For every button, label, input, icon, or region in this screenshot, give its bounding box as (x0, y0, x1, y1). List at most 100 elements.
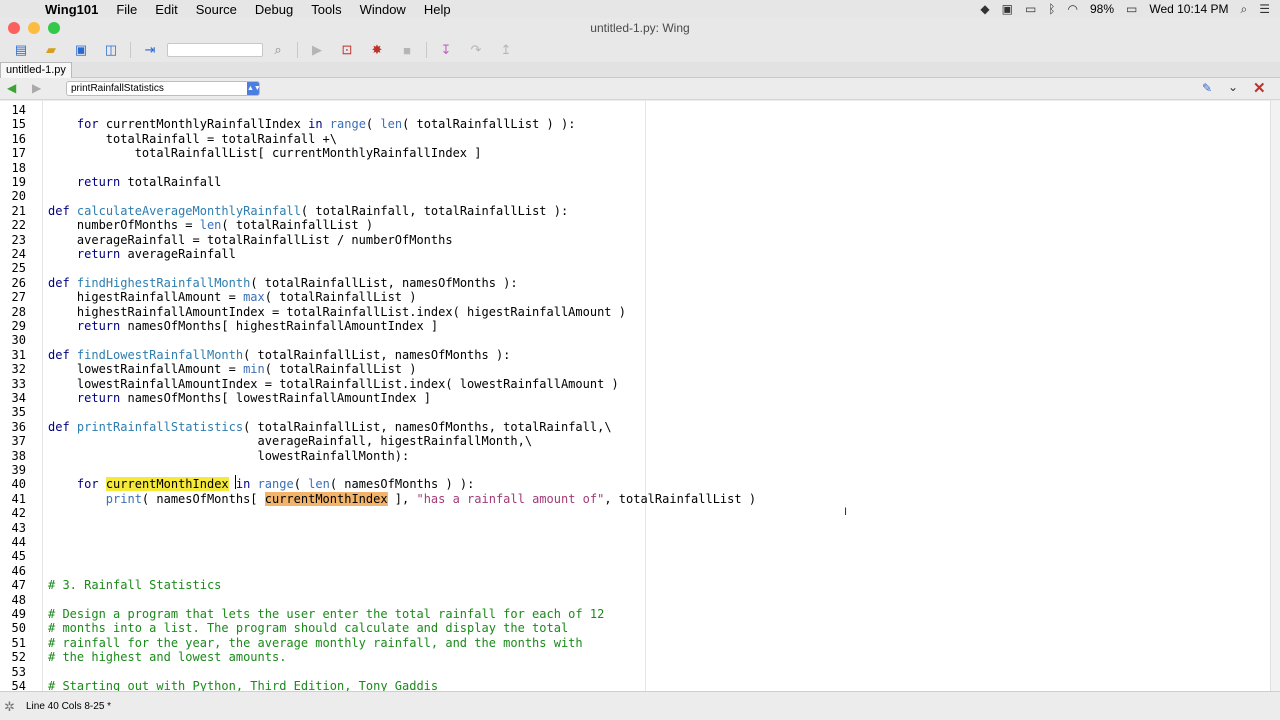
battery-icon[interactable]: ▭ (1126, 2, 1137, 16)
code-line[interactable]: 40 for currentMonthIndex in range( len( … (0, 477, 474, 492)
code-line[interactable]: 19 return totalRainfall (0, 175, 222, 189)
code-line[interactable]: 54 # Starting out with Python, Third Edit… (0, 679, 439, 691)
line-number: 42 (11, 506, 26, 521)
open-folder-icon[interactable]: ▰ (36, 39, 66, 61)
menu-source[interactable]: Source (187, 2, 246, 17)
toolbar-search-input[interactable] (167, 43, 263, 57)
menu-edit[interactable]: Edit (146, 2, 186, 17)
toolbar-divider (426, 42, 427, 58)
wifi-icon[interactable]: ◠ (1067, 2, 1077, 16)
editor-scrollbar[interactable] (1270, 101, 1280, 691)
indent-icon[interactable]: ⇥ (135, 39, 165, 61)
menu-debug[interactable]: Debug (246, 2, 302, 17)
code-line[interactable]: 35 (0, 405, 26, 419)
battery-percent[interactable]: 98% (1090, 2, 1114, 16)
scope-dropdown[interactable]: printRainfallStatistics ▲▼ (66, 81, 261, 96)
line-number: 29 (11, 319, 26, 333)
menu-app-name[interactable]: Wing101 (36, 2, 107, 17)
gear-icon[interactable]: ✲ (4, 699, 15, 715)
save-icon[interactable]: ▣ (66, 39, 96, 61)
step-over-icon[interactable]: ↷ (461, 39, 491, 61)
stop-icon[interactable]: ■ (392, 39, 422, 61)
code-token-bi: len (380, 117, 403, 132)
code-line[interactable]: 30 (0, 333, 26, 347)
code-line[interactable]: 20 (0, 189, 26, 203)
code-line[interactable]: 29 return namesOfMonths[ highestRainfall… (0, 319, 439, 333)
chevron-down-icon[interactable]: ⌄ (1228, 80, 1238, 94)
code-text: numberOfMonths = len( totalRainfallList … (48, 218, 373, 232)
code-line[interactable]: 24 return averageRainfall (0, 247, 236, 261)
code-line[interactable]: 23 averageRainfall = totalRainfallList /… (0, 233, 453, 247)
code-line[interactable]: 41 print( namesOfMonths[ currentMonthInd… (0, 491, 756, 506)
code-line[interactable]: 42 (0, 506, 26, 520)
forward-arrow-icon[interactable]: ▶ (32, 81, 41, 95)
line-number: 34 (11, 391, 26, 405)
dropbox-icon[interactable]: ◆ (980, 2, 989, 16)
step-into-icon[interactable]: ↧ (431, 39, 461, 61)
code-editor[interactable]: 14 15 for currentMonthlyRainfallIndex in … (0, 101, 1270, 691)
save-all-icon[interactable]: ◫ (96, 39, 126, 61)
code-line[interactable]: 47 # 3. Rainfall Statistics (0, 578, 222, 592)
code-line[interactable]: 50 # months into a list. The program shou… (0, 621, 569, 635)
code-text: averageRainfall, higestRainfallMonth,\ (48, 434, 533, 448)
notification-center-icon[interactable]: ☰ (1259, 2, 1270, 16)
code-line[interactable]: 43 (0, 521, 26, 535)
code-line[interactable]: 15 for currentMonthlyRainfallIndex in ra… (0, 117, 576, 131)
run-icon[interactable]: ▶ (302, 39, 332, 61)
bug-icon[interactable]: ✸ (362, 39, 392, 61)
code-line[interactable]: 34 return namesOfMonths[ lowestRainfallA… (0, 391, 431, 405)
menu-tools[interactable]: Tools (302, 2, 350, 17)
code-text: def findHighestRainfallMonth( totalRainf… (48, 276, 518, 290)
code-line[interactable]: 31 def findLowestRainfallMonth( totalRain… (0, 348, 511, 362)
airplay-icon[interactable]: ▭ (1025, 2, 1036, 16)
screen-record-icon[interactable]: ▣ (1002, 2, 1013, 16)
code-line[interactable]: 37 averageRainfall, higestRainfallMonth,… (0, 434, 533, 448)
code-line[interactable]: 18 (0, 161, 26, 175)
code-token: numberOfMonths = (48, 218, 200, 233)
line-number: 45 (11, 549, 26, 564)
code-line[interactable]: 44 (0, 535, 26, 549)
code-line[interactable]: 53 (0, 665, 26, 679)
tab-untitled-1[interactable]: untitled-1.py (0, 62, 72, 78)
pin-icon[interactable]: ✎ (1202, 81, 1212, 95)
line-number: 25 (11, 261, 26, 276)
back-arrow-icon[interactable]: ◀ (7, 81, 16, 95)
menu-file[interactable]: File (107, 2, 146, 17)
code-line[interactable]: 28 highestRainfallAmountIndex = totalRai… (0, 305, 626, 319)
code-line[interactable]: 16 totalRainfall = totalRainfall +\ (0, 132, 337, 146)
debug-icon[interactable]: ⊡ (332, 39, 362, 61)
code-line[interactable]: 51 # rainfall for the year, the average m… (0, 636, 583, 650)
close-editor-icon[interactable]: ✕ (1253, 79, 1266, 97)
code-line[interactable]: 22 numberOfMonths = len( totalRainfallLi… (0, 218, 374, 232)
line-number: 41 (11, 491, 26, 506)
code-line[interactable]: 52 # the highest and lowest amounts. (0, 650, 287, 664)
code-line[interactable]: 49 # Design a program that lets the user … (0, 607, 605, 621)
search-icon[interactable]: ⌕ (263, 39, 293, 61)
code-line[interactable]: 26 def findHighestRainfallMonth( totalRai… (0, 276, 518, 290)
menu-window[interactable]: Window (351, 2, 415, 17)
new-file-icon[interactable]: ▤ (6, 39, 36, 61)
code-line[interactable]: 36 def printRainfallStatistics( totalRain… (0, 420, 612, 434)
menubar-clock[interactable]: Wed 10:14 PM (1149, 2, 1228, 16)
code-line[interactable]: 45 (0, 549, 26, 563)
code-line[interactable]: 48 (0, 593, 26, 607)
code-line[interactable]: 17 totalRainfallList[ currentMonthlyRain… (0, 146, 482, 160)
code-token: lowestRainfallAmountIndex = totalRainfal… (48, 376, 619, 391)
step-out-icon[interactable]: ↥ (491, 39, 521, 61)
bluetooth-icon[interactable]: ᛒ (1048, 2, 1055, 16)
code-line[interactable]: 14 (0, 103, 26, 117)
menu-help[interactable]: Help (415, 2, 460, 17)
line-number: 40 (11, 477, 26, 492)
code-line[interactable]: 33 lowestRainfallAmountIndex = totalRain… (0, 377, 619, 391)
code-line[interactable]: 38 lowestRainfallMonth): (0, 449, 410, 463)
code-line[interactable]: 46 (0, 564, 26, 578)
code-line[interactable]: 27 higestRainfallAmount = max( totalRain… (0, 290, 417, 304)
code-line[interactable]: 21 def calculateAverageMonthlyRainfall( t… (0, 204, 569, 218)
code-line[interactable]: 39 (0, 463, 26, 477)
spotlight-search-icon[interactable]: ⌕ (1241, 2, 1248, 17)
code-line[interactable]: 32 lowestRainfallAmount = min( totalRain… (0, 362, 417, 376)
code-line[interactable]: 25 (0, 261, 26, 275)
